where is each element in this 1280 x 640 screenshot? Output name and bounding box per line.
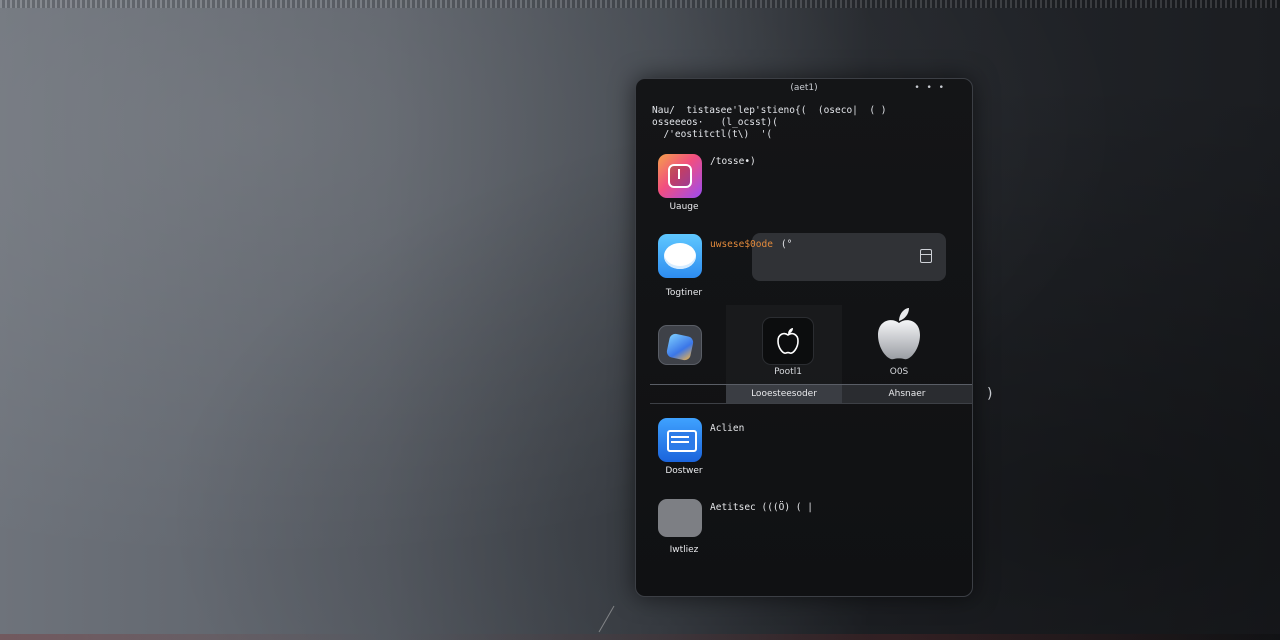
tab-bar: Looesteesoder Ahsnaer: [650, 384, 972, 404]
bottom-edge-strip: [0, 634, 1280, 640]
phone-screen: (aet1) • • • Nau/ tistasee'lep'stieno{( …: [635, 78, 973, 597]
apple-big-icon[interactable]: [874, 305, 924, 367]
tab-right[interactable]: Ahsnaer: [842, 385, 972, 403]
app-label: Togtiner: [665, 288, 703, 298]
window-app-icon[interactable]: [658, 418, 702, 462]
apple-small-label: Pootl1: [774, 367, 802, 377]
status-dots: • • •: [914, 83, 946, 93]
copy-icon[interactable]: [920, 249, 932, 263]
apple-big-label: O0S: [889, 367, 909, 377]
app-label: Dostwer: [665, 466, 703, 476]
code-block: Nau/ tistasee'lep'stieno{( (oseco| ( ) o…: [652, 105, 887, 141]
side-bracket: ): [987, 386, 993, 402]
code-line: osseeeos· (l_ocsst)(: [652, 117, 778, 128]
app-label: Uauge: [669, 202, 699, 212]
blank-app-icon[interactable]: [658, 499, 702, 537]
photos-app-icon[interactable]: [658, 325, 702, 365]
notification-suffix: (°: [780, 239, 793, 250]
notification-orange-text: uwsese$0ode: [710, 239, 773, 250]
apple-logo-icon: [777, 328, 799, 354]
tab-left[interactable]: Looesteesoder: [726, 385, 842, 403]
app-side-text: Aetitsec (((Ö) ( |: [710, 502, 813, 513]
code-line: /'eostitctl(t\) '(: [652, 129, 773, 140]
app-label: Iwtliez: [669, 545, 699, 555]
apple-app-tile[interactable]: [762, 317, 814, 365]
app-side-text: Aclien: [710, 423, 745, 434]
notification-title: uwsese$0ode (°: [710, 239, 792, 250]
app-side-text: /tosse•): [710, 156, 756, 167]
gradient-square-app-icon[interactable]: [658, 154, 702, 198]
top-edge-strip: [0, 0, 1280, 8]
cloud-app-icon[interactable]: [658, 234, 702, 278]
code-line: Nau/ tistasee'lep'stieno{( (oseco| ( ): [652, 105, 887, 116]
